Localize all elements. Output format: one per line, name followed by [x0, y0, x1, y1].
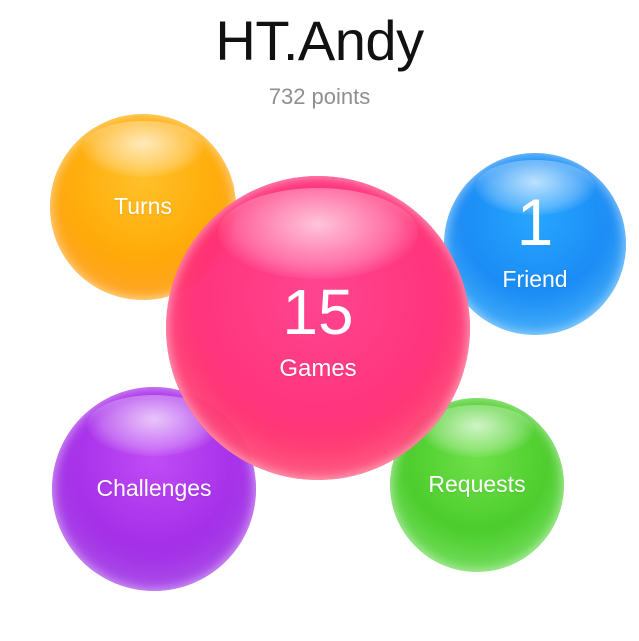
player-points: 732 points	[268, 84, 371, 109]
games-label: Games	[279, 354, 357, 382]
friends-count: 1	[516, 185, 554, 260]
friends-bubble[interactable]: 1 Friend	[444, 153, 626, 335]
player-name: HT.Andy	[215, 9, 424, 72]
friends-label: Friend	[502, 266, 568, 293]
games-count: 15	[282, 275, 354, 348]
challenges-label: Challenges	[96, 475, 212, 502]
turns-label: Turns	[114, 193, 172, 220]
games-bubble[interactable]: 15 Games	[166, 176, 470, 480]
